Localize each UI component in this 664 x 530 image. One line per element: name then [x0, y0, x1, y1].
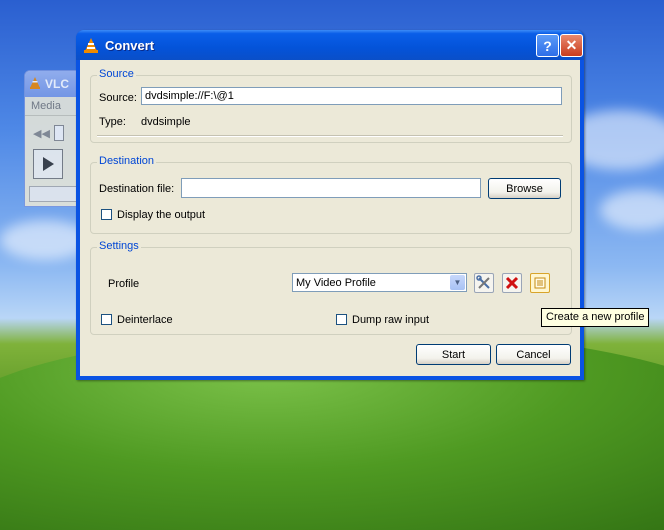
deinterlace-checkbox[interactable] [101, 314, 112, 325]
cancel-button[interactable]: Cancel [496, 344, 571, 365]
close-button[interactable]: ✕ [560, 34, 583, 57]
rewind-icon: ◀◀ [33, 127, 50, 140]
new-profile-button[interactable] [530, 273, 550, 293]
type-value: dvdsimple [141, 116, 191, 128]
dialog-titlebar[interactable]: Convert ? ✕ [76, 30, 584, 60]
source-label: Source: [99, 92, 137, 104]
profile-label: Profile [108, 278, 140, 290]
new-profile-icon [534, 277, 546, 289]
wrench-screwdriver-icon [476, 275, 490, 289]
display-output-checkbox[interactable] [101, 209, 112, 220]
deinterlace-label: Deinterlace [117, 314, 173, 326]
dump-raw-label: Dump raw input [352, 314, 430, 326]
delete-profile-button[interactable] [502, 273, 522, 293]
edit-profile-button[interactable] [474, 273, 494, 293]
display-output-label: Display the output [117, 209, 206, 221]
vlc-cone-icon [83, 37, 99, 53]
source-group-label: Source [97, 68, 136, 80]
dump-raw-checkbox[interactable] [336, 314, 347, 325]
start-button[interactable]: Start [416, 344, 491, 365]
dialog-client-area: Source Source: Type: dvdsimple Destinati… [80, 60, 580, 376]
play-icon [43, 157, 54, 171]
convert-dialog[interactable]: Convert ? ✕ Source Source: Type: dvdsimp… [76, 30, 584, 380]
settings-group: Settings Profile My Video Profile ▼ Dein… [90, 240, 572, 335]
vlc-title: VLC [45, 77, 69, 91]
destination-file-input[interactable] [181, 178, 481, 198]
source-separator [97, 135, 563, 137]
settings-group-label: Settings [97, 240, 141, 252]
destination-group-label: Destination [97, 155, 157, 167]
destination-group: Destination Destination file: Browse Dis… [90, 155, 572, 234]
source-input[interactable] [141, 87, 562, 105]
destination-file-label: Destination file: [99, 183, 175, 195]
profile-selected-value: My Video Profile [296, 277, 376, 289]
source-group: Source Source: Type: dvdsimple [90, 68, 572, 143]
browse-button[interactable]: Browse [488, 178, 561, 199]
dialog-title: Convert [105, 37, 155, 53]
help-button[interactable]: ? [536, 34, 559, 57]
vlc-cone-icon [29, 76, 41, 92]
red-x-icon [505, 276, 519, 290]
chevron-down-icon[interactable]: ▼ [450, 275, 465, 290]
type-label: Type: [99, 116, 126, 128]
profile-select[interactable]: My Video Profile ▼ [292, 273, 467, 292]
play-button[interactable] [33, 149, 63, 179]
new-profile-tooltip: Create a new profile [541, 308, 650, 327]
